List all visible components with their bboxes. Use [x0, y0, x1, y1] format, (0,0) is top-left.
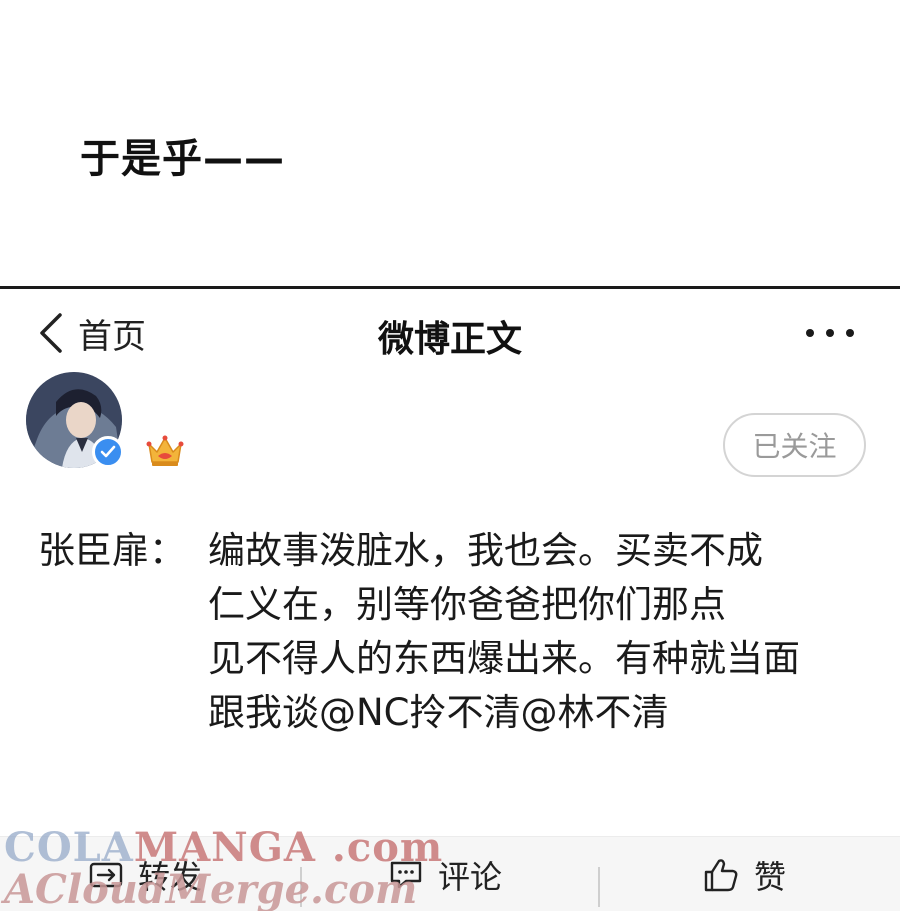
verified-check-icon	[92, 436, 124, 468]
more-dots-icon[interactable]	[806, 320, 854, 346]
manga-caption: 于是乎——	[80, 136, 285, 182]
action-divider	[300, 867, 302, 907]
post-author: 张臣扉：	[38, 529, 186, 572]
comment-icon	[390, 861, 422, 888]
manga-page: 于是乎—— 首页 微博正文 已关注 张臣扉： 编故事泼脏水，我也会。买卖不成 仁…	[0, 0, 900, 911]
like-label: 赞	[754, 857, 787, 896]
back-label: 首页	[78, 316, 146, 357]
post-body: 编故事泼脏水，我也会。买卖不成 仁义在，别等你爸爸把你们那点 见不得人的东西爆出…	[208, 524, 878, 740]
crown-icon	[146, 435, 184, 466]
panel-divider	[0, 286, 900, 289]
repost-icon	[89, 862, 123, 887]
dot	[846, 329, 854, 337]
post-line: 跟我谈@NC拎不清@林不清	[208, 691, 669, 734]
post-line: 编故事泼脏水，我也会。买卖不成	[208, 529, 763, 572]
comment-label: 评论	[438, 857, 503, 896]
like-button[interactable]: 赞	[702, 837, 786, 911]
back-button[interactable]: 首页	[36, 310, 146, 357]
chevron-left-icon	[40, 313, 62, 353]
comment-button[interactable]: 评论	[388, 837, 502, 911]
action-bar: 转发 评论 赞	[0, 836, 900, 911]
post-line: 仁义在，别等你爸爸把你们那点	[208, 583, 726, 626]
action-divider	[598, 867, 600, 907]
follow-button[interactable]: 已关注	[723, 413, 866, 477]
thumbs-up-icon	[704, 858, 738, 891]
dot	[806, 329, 814, 337]
dot	[826, 329, 834, 337]
post-line: 见不得人的东西爆出来。有种就当面	[208, 637, 800, 680]
repost-label: 转发	[138, 857, 203, 896]
repost-button[interactable]: 转发	[88, 837, 202, 911]
